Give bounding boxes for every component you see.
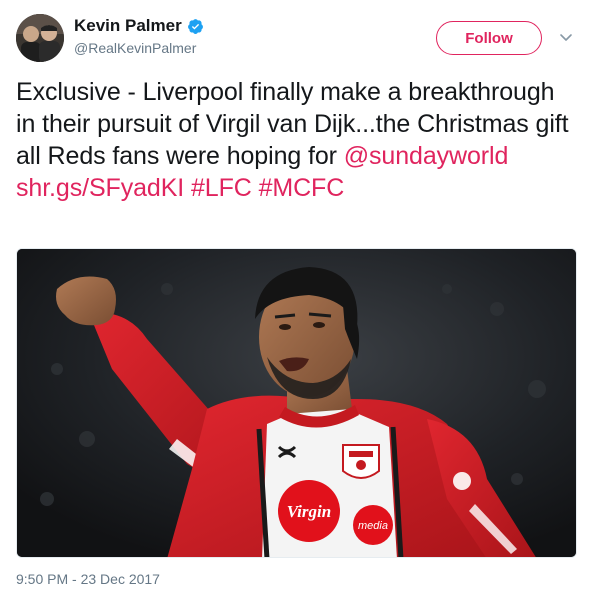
author-handle[interactable]: @RealKevinPalmer bbox=[74, 40, 196, 56]
club-crest-icon bbox=[342, 444, 380, 479]
avatar-photo bbox=[16, 14, 64, 62]
footballer-photo: Virgin media bbox=[17, 249, 576, 557]
follow-button[interactable]: Follow bbox=[436, 21, 542, 55]
tweet-card: Kevin Palmer @RealKevinPalmer Follow Exc… bbox=[0, 0, 595, 596]
url-link[interactable]: shr.gs/SFyadKI bbox=[16, 174, 184, 202]
author-name-row[interactable]: Kevin Palmer bbox=[74, 16, 204, 36]
avatar[interactable] bbox=[16, 14, 64, 62]
tweet-text: Exclusive - Liverpool finally make a bre… bbox=[16, 76, 576, 204]
mention-link[interactable]: @sundayworld bbox=[344, 142, 509, 170]
hashtag-lfc-link[interactable]: #LFC bbox=[191, 174, 252, 202]
verified-badge-icon bbox=[187, 18, 203, 34]
chevron-down-icon[interactable] bbox=[558, 29, 574, 45]
author-display-name[interactable]: Kevin Palmer bbox=[74, 16, 182, 36]
sponsor-logo-text: Virgin bbox=[287, 502, 331, 521]
tweet-media-photo[interactable]: Virgin media bbox=[16, 248, 577, 558]
tweet-timestamp[interactable]: 9:50 PM - 23 Dec 2017 bbox=[16, 571, 160, 587]
hashtag-mcfc-link[interactable]: #MCFC bbox=[259, 174, 345, 202]
sponsor-logo-subtext: media bbox=[358, 520, 388, 532]
